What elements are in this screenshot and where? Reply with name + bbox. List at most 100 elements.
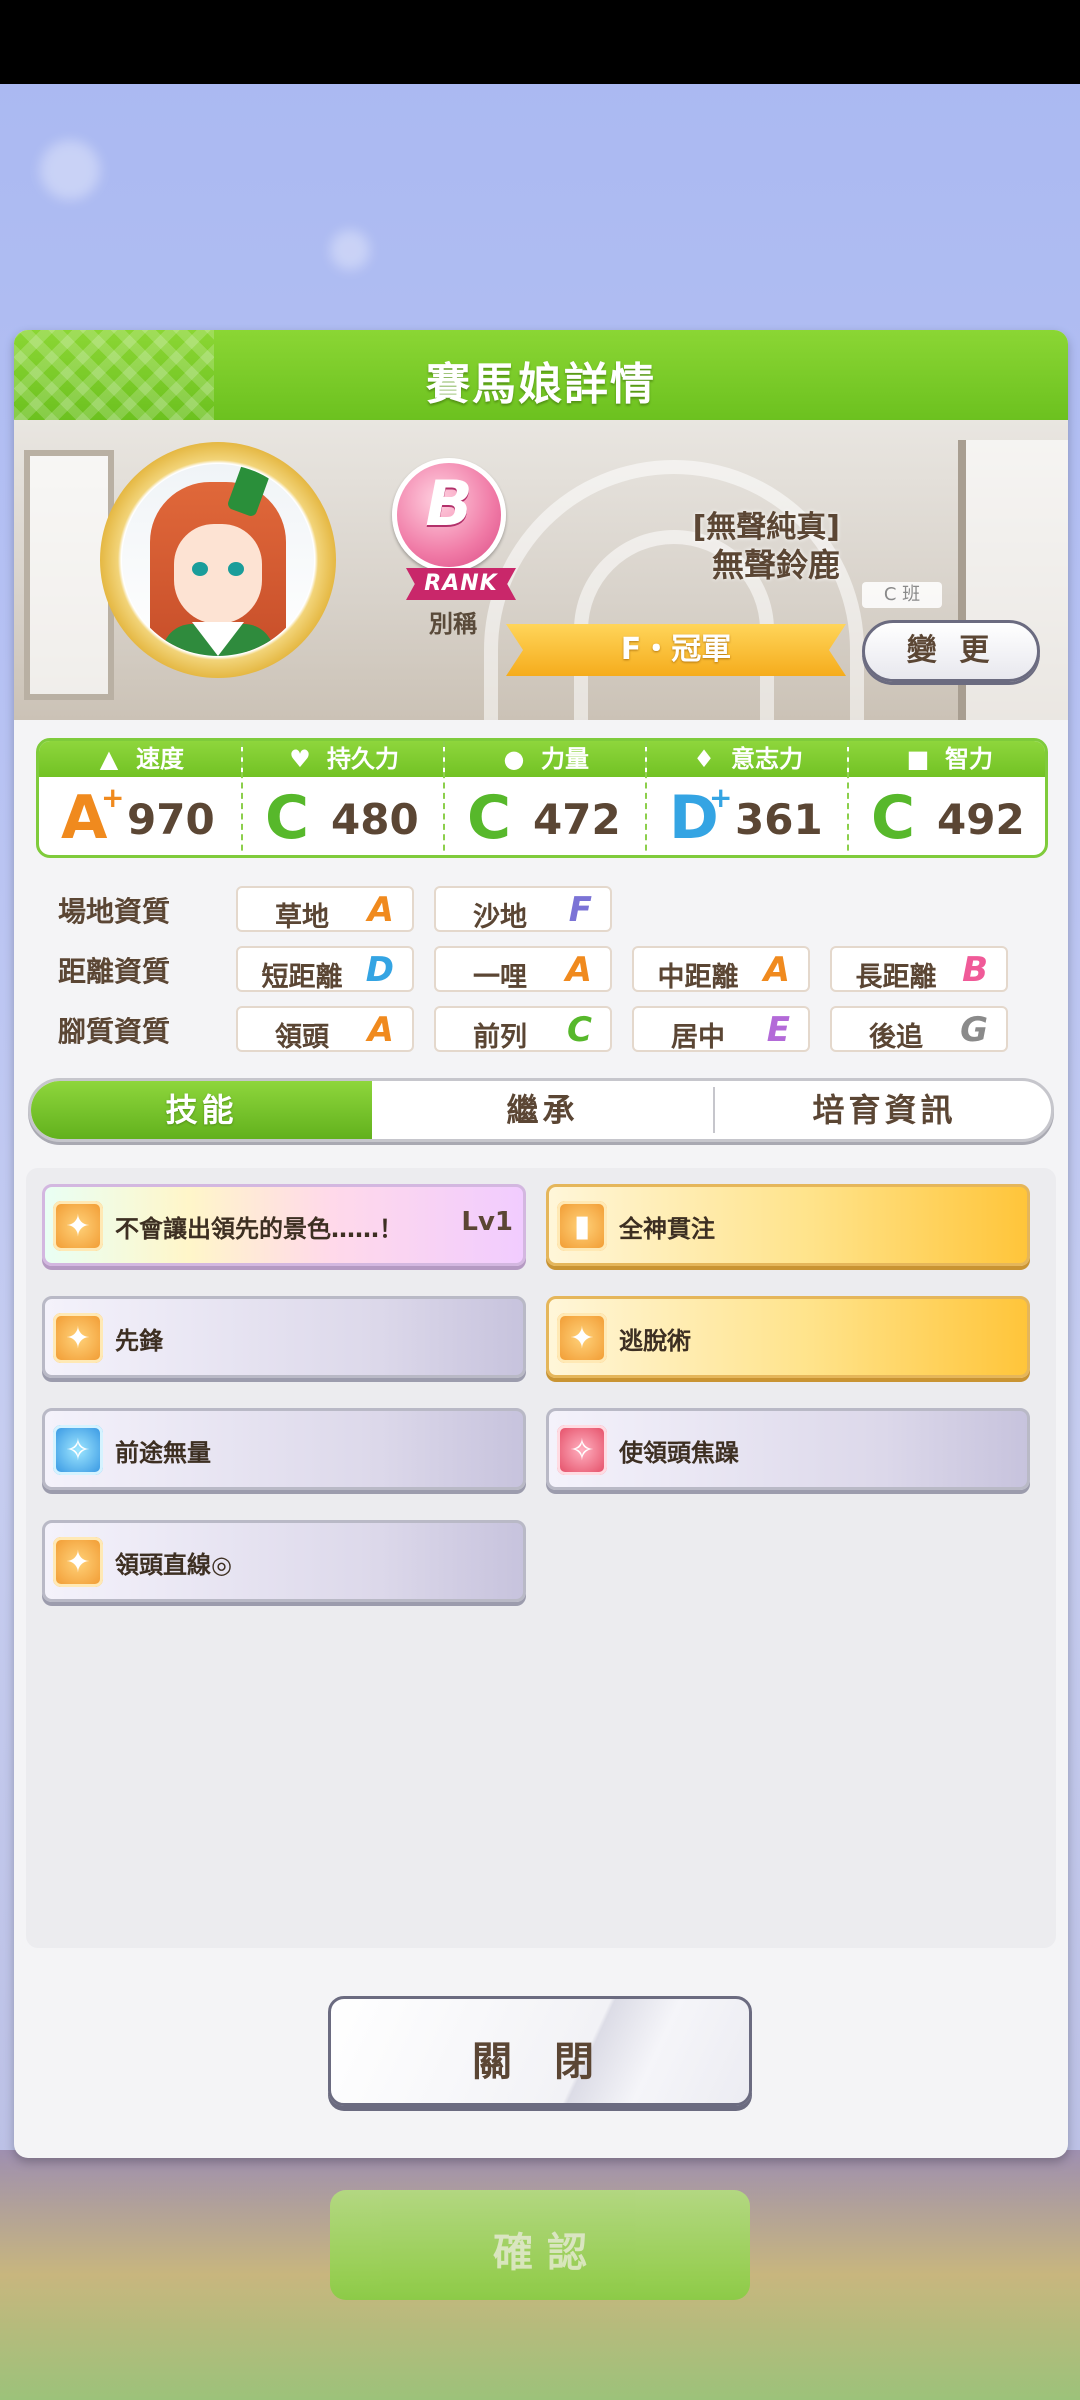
stat-value: 472 [533, 795, 621, 844]
rank-letter: B [425, 467, 473, 540]
stat-speed: ▲ 速度 A + 970 [39, 741, 241, 855]
stat-guts: ♦ 意志力 D + 361 [645, 741, 847, 855]
stat-value: 361 [735, 795, 823, 844]
skill-item[interactable]: ✦ 先鋒 [42, 1296, 526, 1378]
background-confirm-label: 確 認 [493, 2230, 587, 2276]
rank-badge: B [392, 458, 506, 572]
detail-tabs: 技能 繼承 培育資訊 [28, 1078, 1054, 1142]
skill-item[interactable]: ✦ 逃脫術 [546, 1296, 1030, 1378]
close-button[interactable]: 關 閉 [328, 1996, 752, 2106]
skill-item[interactable]: ✧ 使領頭焦躁 [546, 1408, 1030, 1490]
stat-header: ● 力量 [445, 741, 645, 777]
flame-icon: ♦ [693, 745, 715, 773]
skill-name: 先鋒 [115, 1327, 163, 1355]
stat-value: 492 [937, 795, 1025, 844]
aptitude-name: 前列 [473, 1022, 527, 1053]
runner-icon: ✦ [53, 1313, 103, 1363]
skill-name: 逃脫術 [619, 1327, 691, 1355]
distance-aptitude-label: 距離資質 [58, 955, 171, 988]
aptitude-cell: 一哩 A [434, 946, 612, 993]
aptitude-cell: 居中 E [632, 1006, 810, 1053]
character-avatar[interactable] [100, 442, 336, 678]
runner-icon: ✦ [53, 1537, 103, 1587]
avatar-eye [228, 562, 244, 576]
stat-grade: C [467, 783, 512, 853]
aptitude-grade: F [568, 890, 592, 930]
stat-label: 速度 [136, 745, 184, 773]
stat-plus: + [101, 781, 125, 814]
aptitude-grade: D [365, 950, 394, 990]
aptitude-name: 長距離 [855, 962, 937, 993]
graduation-cap-icon: ■ [906, 745, 930, 773]
sparkle-red-icon: ✧ [557, 1425, 607, 1475]
aptitude-name: 領頭 [275, 1022, 329, 1053]
tab-training-info[interactable]: 培育資訊 [714, 1081, 1051, 1139]
aptitude-cell: 領頭 A [236, 1006, 414, 1053]
avatar-face [174, 524, 262, 624]
aptitude-grade: A [367, 890, 394, 930]
stat-label: 力量 [541, 745, 589, 773]
aptitude-grade: B [962, 950, 988, 990]
runner-icon: ✦ [53, 1201, 103, 1251]
skill-name: 使領頭焦躁 [619, 1439, 739, 1467]
skill-name: 領頭直線◎ [115, 1551, 232, 1579]
skill-level: Lv1 [461, 1207, 513, 1237]
skills-panel: ✦ 不會讓出領先的景色……！ Lv1 ▮ 全神貫注 ✦ 先鋒 ✦ 逃脫術 ✧ 前… [26, 1168, 1056, 1948]
stat-power: ● 力量 C 472 [443, 741, 645, 855]
stat-stamina: ♥ 持久力 C 480 [241, 741, 443, 855]
aptitude-grade: A [367, 1010, 394, 1050]
stat-grade: C [265, 783, 310, 853]
aptitude-name: 後追 [869, 1022, 923, 1053]
change-button[interactable]: 變 更 [862, 620, 1040, 682]
aptitude-cell: 前列 C [434, 1006, 612, 1053]
stat-wisdom: ■ 智力 C 492 [847, 741, 1045, 855]
skill-item[interactable]: ✦ 領頭直線◎ [42, 1520, 526, 1602]
rank-ribbon: RANK [406, 568, 516, 600]
aptitude-cell: 後追 G [830, 1006, 1008, 1053]
background-sparkle [330, 230, 370, 270]
skill-item[interactable]: ✧ 前途無量 [42, 1408, 526, 1490]
aptitude-name: 沙地 [473, 902, 527, 933]
aptitude-grade: A [565, 950, 592, 990]
aptitude-grade: G [960, 1010, 988, 1050]
skill-name: 前途無量 [115, 1439, 211, 1467]
aptitude-grade: E [766, 1010, 790, 1050]
character-name: 無聲鈴鹿 [711, 546, 840, 584]
aptitude-cell: 沙地 F [434, 886, 612, 933]
dialog-header: 賽馬娘詳情 [14, 330, 1068, 420]
tab-skills[interactable]: 技能 [31, 1081, 372, 1139]
nickname-ribbon: F・冠軍 [506, 624, 846, 676]
status-bar [0, 0, 1080, 84]
aptitude-grade: A [763, 950, 790, 990]
stat-value: 480 [331, 795, 419, 844]
class-tag: C 班 [862, 582, 942, 608]
aptitude-name: 中距離 [657, 962, 739, 993]
close-button-label: 關 閉 [472, 2039, 608, 2085]
dialog-title: 賽馬娘詳情 [426, 359, 656, 410]
stats-panel: ▲ 速度 A + 970 ♥ 持久力 C 480 ● 力量 C 472 ♦ 意志力 D … [36, 738, 1048, 858]
aptitude-name: 草地 [275, 902, 329, 933]
stat-header: ♦ 意志力 [647, 741, 847, 777]
tab-inheritance[interactable]: 繼承 [372, 1081, 713, 1139]
profile-banner: B RANK 別稱 [無聲純真] 無聲鈴鹿 C 班 F・冠軍 變 更 [14, 420, 1068, 720]
stat-header: ▲ 速度 [39, 741, 241, 777]
skill-name: 不會讓出領先的景色……！ [115, 1215, 403, 1243]
umamusume-detail-dialog: 賽馬娘詳情 B RANK 別稱 [無聲純真] 無聲鈴鹿 C 班 F・冠軍 變 更… [14, 330, 1068, 2158]
avatar-eye [192, 562, 208, 576]
stat-header: ■ 智力 [849, 741, 1045, 777]
track-aptitude-label: 場地資質 [58, 895, 171, 928]
background-sparkle [40, 140, 100, 200]
background-confirm-button: 確 認 [330, 2190, 750, 2300]
skill-name: 全神貫注 [619, 1215, 715, 1243]
style-aptitude-label: 腳質資質 [58, 1015, 171, 1048]
aptitude-name: 居中 [671, 1022, 725, 1053]
sparkle-icon: ✧ [53, 1425, 103, 1475]
stat-value: 970 [127, 795, 215, 844]
nickname-label: 別稱 [429, 610, 477, 638]
stat-header: ♥ 持久力 [243, 741, 443, 777]
aptitude-grade: C [567, 1010, 592, 1050]
muscle-icon: ● [503, 745, 525, 773]
skill-item[interactable]: ✦ 不會讓出領先的景色……！ Lv1 [42, 1184, 526, 1266]
heart-icon: ♥ [289, 745, 311, 773]
skill-item[interactable]: ▮ 全神貫注 [546, 1184, 1030, 1266]
